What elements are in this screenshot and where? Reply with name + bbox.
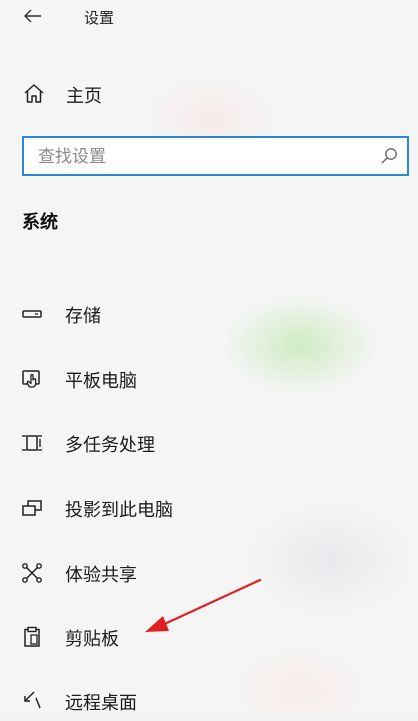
annotation-arrow-icon (145, 578, 262, 632)
